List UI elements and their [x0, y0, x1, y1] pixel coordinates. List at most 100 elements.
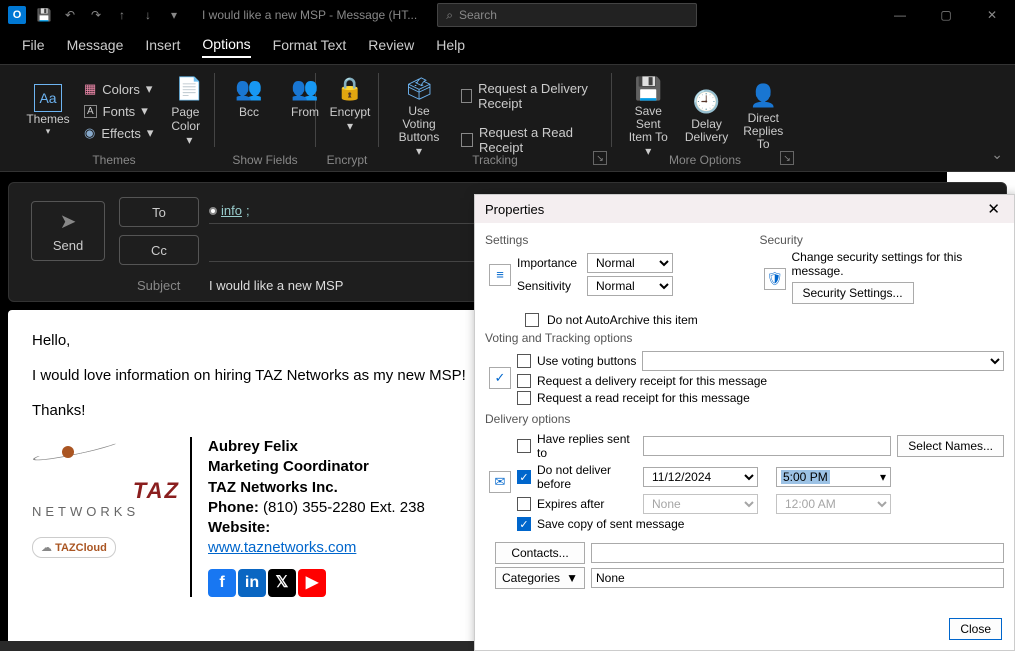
sig-phone-label: Phone:: [208, 499, 259, 516]
categories-button[interactable]: Categories▼: [495, 567, 585, 589]
linkedin-icon[interactable]: in: [238, 569, 266, 597]
to-recipient-pill[interactable]: info;: [209, 203, 250, 218]
sensitivity-select[interactable]: Normal: [587, 276, 673, 296]
title-bar: O 💾 ↶ ↷ ↑ ↓ ▾ I would like a new MSP - M…: [0, 0, 1015, 30]
expires-date-select: None: [643, 494, 758, 514]
send-button[interactable]: ➤ Send: [31, 201, 105, 261]
up-icon[interactable]: ↑: [114, 8, 130, 22]
taz-networks-logo: TAZ NETWORKS: [32, 439, 180, 519]
sig-title: Marketing Coordinator: [208, 458, 369, 475]
tab-file[interactable]: File: [22, 37, 45, 57]
tab-format-text[interactable]: Format Text: [273, 37, 347, 57]
ribbon-collapse-button[interactable]: ⌄: [991, 146, 1003, 163]
ribbon-group-more-options: 💾 Save Sent Item To ▾ 🕘 Delay Delivery 👤…: [612, 65, 798, 171]
cc-button[interactable]: Cc: [119, 235, 199, 265]
direct-replies-icon: 👤: [747, 80, 779, 112]
encrypt-button[interactable]: 🔒 Encrypt ▾: [326, 69, 374, 137]
to-button[interactable]: To: [119, 197, 199, 227]
colors-icon: ▦: [84, 81, 96, 97]
page-color-button[interactable]: 📄 Page Color ▾: [165, 69, 213, 151]
save-sent-icon: 💾: [632, 73, 664, 105]
group-label-show-fields: Show Fields: [215, 153, 315, 167]
fonts-icon: A: [84, 105, 97, 118]
security-settings-button[interactable]: Security Settings...: [792, 282, 914, 304]
use-voting-label: Use voting buttons: [537, 354, 636, 368]
ribbon-group-encrypt: 🔒 Encrypt ▾ Encrypt: [316, 65, 378, 171]
quick-access-toolbar: O 💾 ↶ ↷ ↑ ↓ ▾: [0, 6, 182, 24]
search-box[interactable]: ⌕ Search: [437, 3, 697, 27]
have-replies-checkbox[interactable]: [517, 439, 531, 453]
save-sent-button[interactable]: 💾 Save Sent Item To ▾: [622, 69, 675, 162]
close-window-button[interactable]: ✕: [969, 0, 1015, 30]
security-icon: 🛡: [764, 268, 786, 290]
more-options-dialog-launcher[interactable]: ↘: [780, 151, 794, 165]
tab-insert[interactable]: Insert: [145, 37, 180, 57]
effects-button[interactable]: ◉Effects ▾: [80, 123, 157, 143]
delivery-receipt-dlg-checkbox[interactable]: [517, 374, 531, 388]
bcc-button[interactable]: 👥 Bcc: [225, 69, 273, 123]
facebook-icon[interactable]: f: [208, 569, 236, 597]
contacts-input[interactable]: [591, 543, 1004, 563]
save-icon[interactable]: 💾: [36, 8, 52, 22]
tab-options[interactable]: Options: [202, 36, 250, 58]
security-section-label: Security: [760, 233, 1005, 247]
have-replies-input[interactable]: [643, 436, 891, 456]
colors-button[interactable]: ▦Colors ▾: [80, 79, 157, 99]
sig-company: TAZ Networks Inc.: [208, 479, 338, 496]
direct-replies-button[interactable]: 👤 Direct Replies To: [739, 76, 788, 156]
save-copy-checkbox[interactable]: ✓: [517, 517, 531, 531]
redo-icon[interactable]: ↷: [88, 8, 104, 22]
settings-icon: ≡: [489, 264, 511, 286]
tab-message[interactable]: Message: [67, 37, 124, 57]
undo-icon[interactable]: ↶: [62, 8, 78, 22]
importance-select[interactable]: Normal: [587, 253, 673, 273]
minimize-button[interactable]: —: [877, 0, 923, 30]
use-voting-checkbox[interactable]: [517, 354, 531, 368]
outlook-icon: O: [8, 6, 26, 24]
deliver-date-select[interactable]: 11/12/2024: [643, 467, 758, 487]
down-icon[interactable]: ↓: [140, 8, 156, 22]
voting-section-label: Voting and Tracking options: [485, 331, 1004, 345]
sig-website-link[interactable]: www.taznetworks.com: [208, 539, 356, 556]
subject-field[interactable]: I would like a new MSP: [209, 278, 343, 293]
voting-options-select[interactable]: [642, 351, 1004, 371]
tab-help[interactable]: Help: [436, 37, 465, 57]
sensitivity-label: Sensitivity: [517, 279, 581, 293]
fonts-button[interactable]: AFonts ▾: [80, 101, 157, 121]
delay-icon: 🕘: [691, 86, 723, 118]
qat-more-icon[interactable]: ▾: [166, 8, 182, 22]
delivery-receipt-dlg-label: Request a delivery receipt for this mess…: [537, 374, 767, 388]
delivery-receipt-checkbox[interactable]: Request a Delivery Receipt: [457, 79, 601, 113]
contacts-button[interactable]: Contacts...: [495, 542, 585, 564]
do-not-deliver-checkbox[interactable]: ✓: [517, 470, 531, 484]
youtube-icon[interactable]: ▶: [298, 569, 326, 597]
sig-phone: (810) 355-2280 Ext. 238: [259, 499, 425, 516]
search-placeholder: Search: [459, 8, 497, 22]
expires-checkbox[interactable]: [517, 497, 531, 511]
delay-delivery-button[interactable]: 🕘 Delay Delivery: [683, 82, 731, 148]
bcc-icon: 👥: [233, 73, 265, 105]
themes-button[interactable]: Aa Themes▾: [24, 80, 72, 141]
voting-section-icon: ✓: [489, 367, 511, 389]
dialog-titlebar: Properties ✕: [475, 195, 1014, 223]
social-icons: f in 𝕏 ▶: [208, 569, 425, 597]
tazcloud-logo: ☁ TAZCloud: [32, 537, 116, 558]
maximize-button[interactable]: ▢: [923, 0, 969, 30]
expires-label: Expires after: [537, 497, 637, 511]
tracking-dialog-launcher[interactable]: ↘: [593, 151, 607, 165]
deliver-time-select[interactable]: 5:00 PM▾: [776, 467, 891, 487]
ribbon-options: Aa Themes▾ ▦Colors ▾ AFonts ▾ ◉Effects ▾…: [0, 64, 1015, 172]
select-names-button[interactable]: Select Names...: [897, 435, 1004, 457]
tab-review[interactable]: Review: [368, 37, 414, 57]
dialog-close-button[interactable]: Close: [949, 618, 1002, 640]
categories-input[interactable]: [591, 568, 1004, 588]
ribbon-group-tracking: 🗳 Use Voting Buttons ▾ Request a Deliver…: [379, 65, 611, 171]
x-twitter-icon[interactable]: 𝕏: [268, 569, 296, 597]
dialog-close-icon[interactable]: ✕: [983, 200, 1004, 218]
voting-button[interactable]: 🗳 Use Voting Buttons ▾: [389, 69, 449, 162]
read-receipt-dlg-label: Request a read receipt for this message: [537, 391, 750, 405]
read-receipt-dlg-checkbox[interactable]: [517, 391, 531, 405]
importance-label: Importance: [517, 256, 581, 270]
group-label-more-options: More Options: [612, 153, 798, 167]
autoarchive-checkbox[interactable]: [525, 313, 539, 327]
